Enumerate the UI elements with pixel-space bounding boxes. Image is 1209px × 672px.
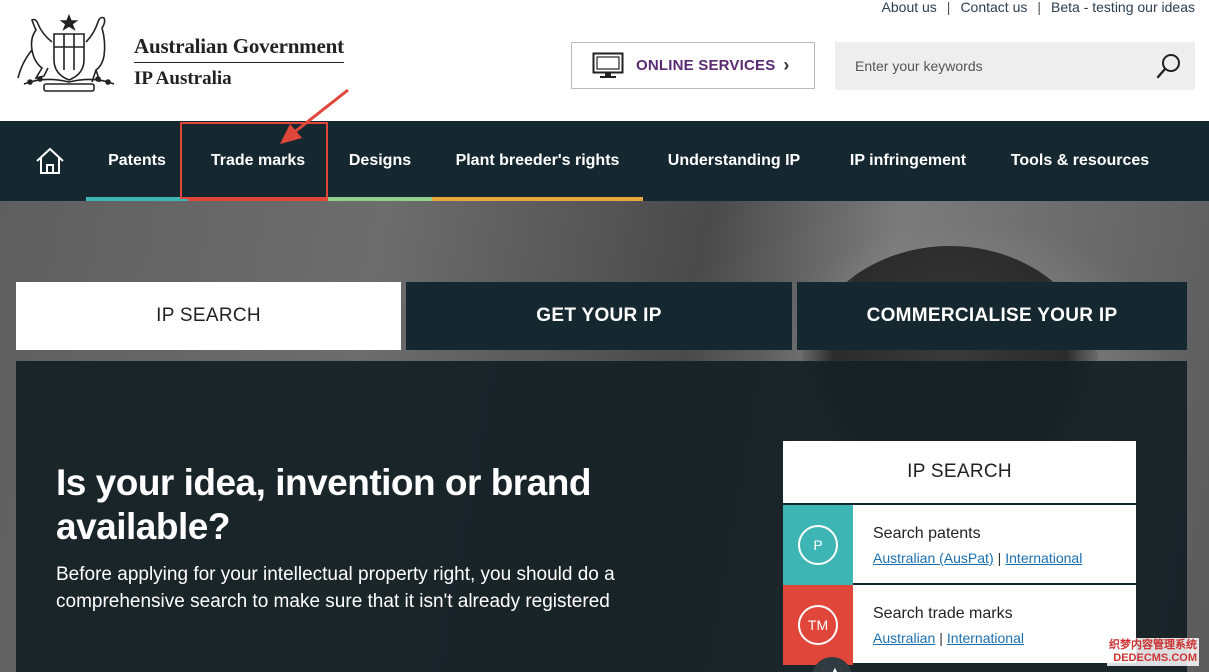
nav-trade-marks[interactable]: Trade marks xyxy=(188,121,328,201)
international-patents-link[interactable]: International xyxy=(1005,550,1082,566)
nav-label: Trade marks xyxy=(210,152,306,169)
nav-patents[interactable]: Patents xyxy=(86,121,188,201)
trade-mark-tm-icon: TM xyxy=(798,605,838,645)
nav-label: Understanding IP xyxy=(667,152,801,169)
search-trade-marks-row: TM Search trade marks Australian | Interna… xyxy=(783,585,1136,665)
nav-plant-breeders-rights[interactable]: Plant breeder's rights xyxy=(432,121,643,201)
nav-designs[interactable]: Designs xyxy=(328,121,432,201)
site-search xyxy=(835,42,1195,90)
nav-tools-resources[interactable]: Tools & resources xyxy=(991,121,1169,201)
nav-label: Designs xyxy=(348,152,412,169)
contact-us-link[interactable]: Contact us xyxy=(960,0,1027,15)
utility-links: About us | Contact us | Beta - testing o… xyxy=(882,0,1195,15)
watermark: 织梦内容管理系统 DEDECMS.COM xyxy=(1107,638,1199,666)
separator: | xyxy=(946,0,951,15)
tab-commercialise-your-ip[interactable]: COMMERCIALISE YOUR IP xyxy=(797,282,1187,350)
nav-label: Tools & resources xyxy=(1010,152,1150,169)
chevron-up-icon: ▲ xyxy=(828,663,842,672)
watermark-line: DEDECMS.COM xyxy=(1113,652,1197,664)
ip-search-card-title: IP SEARCH xyxy=(783,441,1136,505)
hero-section: IP SEARCH GET YOUR IP COMMERCIALISE YOUR… xyxy=(0,201,1209,672)
hero-description: Before applying for your intellectual pr… xyxy=(56,564,615,612)
search-patents-title: Search patents xyxy=(873,525,981,542)
chevron-right-icon: › xyxy=(783,55,790,75)
nav-label: Plant breeder's rights xyxy=(455,152,620,169)
online-services-label: ONLINE SERVICES xyxy=(636,57,776,74)
search-patents-row: P Search patents Australian (AusPat) | Int… xyxy=(783,505,1136,585)
separator: | xyxy=(939,630,943,646)
tab-get-your-ip[interactable]: GET YOUR IP xyxy=(406,282,792,350)
government-name: Australian Government xyxy=(134,34,344,58)
home-icon[interactable] xyxy=(34,145,66,177)
australian-trade-marks-link[interactable]: Australian xyxy=(873,630,935,646)
nav-label: Patents xyxy=(108,152,166,169)
agency-name: IP Australia xyxy=(134,68,232,89)
search-trade-marks-title: Search trade marks xyxy=(873,605,1013,622)
about-us-link[interactable]: About us xyxy=(882,0,937,15)
nav-understanding-ip[interactable]: Understanding IP xyxy=(643,121,825,201)
search-patents-links: Australian (AusPat) | International xyxy=(873,550,1082,566)
patent-badge: P xyxy=(783,505,853,585)
hero-heading: Is your idea, invention or brand availab… xyxy=(56,462,591,547)
separator: | xyxy=(1037,0,1042,15)
main-navigation: Patents Trade marks Designs Plant breede… xyxy=(0,121,1209,201)
watermark-line: 织梦内容管理系统 xyxy=(1109,639,1197,651)
tab-ip-search[interactable]: IP SEARCH xyxy=(16,282,401,350)
nav-label: IP infringement xyxy=(849,152,967,169)
search-input[interactable] xyxy=(835,42,1135,90)
search-icon[interactable] xyxy=(1155,52,1183,80)
separator: | xyxy=(997,550,1002,566)
online-services-button[interactable]: ONLINE SERVICES › xyxy=(571,42,815,89)
beta-link[interactable]: Beta - testing our ideas xyxy=(1051,0,1195,15)
site-header: About us | Contact us | Beta - testing o… xyxy=(0,0,1209,121)
coat-of-arms-icon xyxy=(17,13,115,92)
international-trade-marks-link[interactable]: International xyxy=(947,630,1024,646)
site-logo[interactable]: Australian Government IP Australia xyxy=(14,12,354,94)
trade-mark-badge: TM xyxy=(783,585,853,665)
logo-divider xyxy=(134,62,344,63)
search-trade-marks-links: Australian | International xyxy=(873,630,1024,646)
monitor-icon xyxy=(592,52,624,78)
auspat-link[interactable]: Australian (AusPat) xyxy=(873,550,994,566)
patent-p-icon: P xyxy=(798,525,838,565)
nav-ip-infringement[interactable]: IP infringement xyxy=(825,121,991,201)
ip-search-card: IP SEARCH P Search patents Australian (A… xyxy=(783,441,1136,665)
